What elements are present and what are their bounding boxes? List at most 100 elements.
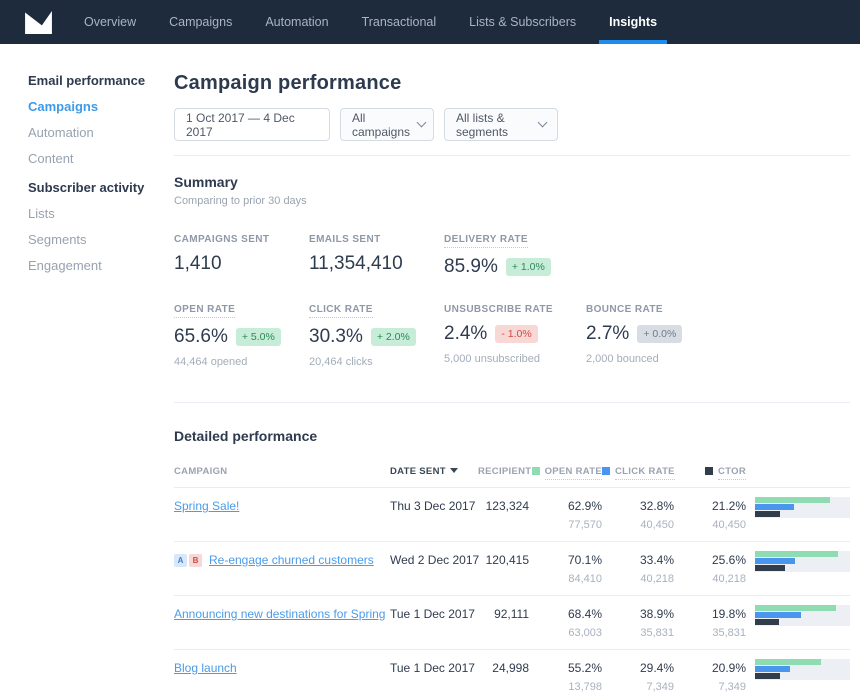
column-header-ctor[interactable]: CTOR <box>674 466 746 477</box>
opens-count: 77,570 <box>529 519 602 531</box>
nav-item-insights[interactable]: Insights <box>599 0 667 44</box>
delta-badge: + 5.0% <box>236 328 281 346</box>
clicks-count: 40,218 <box>602 573 674 585</box>
nav-item-overview[interactable]: Overview <box>74 0 146 44</box>
delta-badge: + 2.0% <box>371 328 416 346</box>
metric-detail: 2,000 bounced <box>586 353 850 365</box>
filter-bar: 1 Oct 2017 — 4 Dec 2017 All campaigns Al… <box>174 108 850 141</box>
ctor-cell: 19.8% <box>674 605 746 621</box>
ctor-count: 35,831 <box>674 627 746 639</box>
metric-detail: 5,000 unsubscribed <box>444 353 586 365</box>
click-rate-cell: 32.8% <box>602 497 674 513</box>
open-rate-cell: 62.9% <box>529 497 602 513</box>
sidebar-item-engagement[interactable]: Engagement <box>28 258 174 284</box>
click-rate-cell: 38.9% <box>602 605 674 621</box>
open-rate-cell: 68.4% <box>529 605 602 621</box>
delta-badge: + 0.0% <box>637 325 682 343</box>
open-rate-bar <box>755 605 836 611</box>
nav-item-lists-subscribers[interactable]: Lists & Subscribers <box>459 0 586 44</box>
delta-badge: + 1.0% <box>506 258 551 276</box>
summary-subheading: Comparing to prior 30 days <box>174 195 850 207</box>
click-rate-bar <box>755 666 790 672</box>
recipients-cell: 120,415 <box>478 551 529 567</box>
open-rate-cell: 55.2% <box>529 659 602 675</box>
summary-metrics-row-2: OPEN RATE 65.6% + 5.0% 44,464 opened CLI… <box>174 304 850 368</box>
date-sent-cell: Tue 1 Dec 2017 <box>390 605 478 621</box>
click-rate-bar <box>755 558 795 564</box>
open-rate-legend-swatch <box>532 467 540 475</box>
metric-label[interactable]: CLICK RATE <box>309 304 373 318</box>
column-header-campaign: CAMPAIGN <box>174 466 390 477</box>
date-sent-cell: Tue 1 Dec 2017 <box>390 659 478 675</box>
metric-label: UNSUBSCRIBE RATE <box>444 304 553 315</box>
date-range-picker[interactable]: 1 Oct 2017 — 4 Dec 2017 <box>174 108 330 141</box>
recipients-cell: 24,998 <box>478 659 529 675</box>
open-rate-bar <box>755 497 830 503</box>
sidebar-item-content[interactable]: Content <box>28 151 174 177</box>
summary-metrics-row-1: CAMPAIGNS SENT 1,410 EMAILS SENT 11,354,… <box>174 234 850 278</box>
row-mini-bar-chart <box>755 659 850 680</box>
detailed-performance-heading: Detailed performance <box>174 428 850 444</box>
nav-item-transactional[interactable]: Transactional <box>352 0 447 44</box>
campaign-filter-value: All campaigns <box>352 111 410 139</box>
metric-click-rate: CLICK RATE 30.3% + 2.0% 20,464 clicks <box>309 304 444 368</box>
ctor-cell: 20.9% <box>674 659 746 675</box>
metric-detail: 44,464 opened <box>174 356 309 368</box>
metric-label[interactable]: OPEN RATE <box>174 304 235 318</box>
sidebar: Email performance Campaigns Automation C… <box>0 44 174 698</box>
summary-heading: Summary <box>174 174 850 190</box>
date-range-value: 1 Oct 2017 — 4 Dec 2017 <box>186 111 318 139</box>
sidebar-item-automation[interactable]: Automation <box>28 125 174 151</box>
column-header-click-rate[interactable]: CLICK RATE <box>602 466 674 477</box>
campaign-link[interactable]: Announcing new destinations for Spring <box>174 607 385 621</box>
campaign-link[interactable]: Blog launch <box>174 661 237 675</box>
opens-count: 63,003 <box>529 627 602 639</box>
campaign-filter-dropdown[interactable]: All campaigns <box>340 108 434 141</box>
column-header-date-sent[interactable]: DATE SENT <box>390 466 478 477</box>
list-filter-dropdown[interactable]: All lists & segments <box>444 108 558 141</box>
metric-label: CAMPAIGNS SENT <box>174 234 269 245</box>
sidebar-item-segments[interactable]: Segments <box>28 232 174 258</box>
sidebar-item-lists[interactable]: Lists <box>28 206 174 232</box>
opens-count: 84,410 <box>529 573 602 585</box>
open-rate-cell: 70.1% <box>529 551 602 567</box>
divider <box>174 155 850 156</box>
delta-badge: - 1.0% <box>495 325 537 343</box>
column-header-open-rate[interactable]: OPEN RATE <box>529 466 602 477</box>
metric-value: 11,354,410 <box>309 253 403 275</box>
recipients-cell: 123,324 <box>478 497 529 513</box>
date-sent-cell: Wed 2 Dec 2017 <box>390 551 478 567</box>
recipients-cell: 92,111 <box>478 605 529 621</box>
sidebar-item-campaigns[interactable]: Campaigns <box>28 99 174 125</box>
clicks-count: 40,450 <box>602 519 674 531</box>
row-mini-bar-chart <box>755 497 850 518</box>
sidebar-heading-subscriber-activity: Subscriber activity <box>28 180 174 206</box>
campaign-link[interactable]: Re-engage churned customers <box>209 553 374 567</box>
campaign-link[interactable]: Spring Sale! <box>174 499 239 513</box>
metric-label[interactable]: DELIVERY RATE <box>444 234 528 248</box>
metric-value: 30.3% <box>309 326 363 348</box>
open-rate-bar <box>755 551 838 557</box>
ctor-bar <box>755 511 780 517</box>
metric-value: 65.6% <box>174 326 228 348</box>
clicks-count: 35,831 <box>602 627 674 639</box>
nav-item-automation[interactable]: Automation <box>255 0 338 44</box>
ctor-count: 7,349 <box>674 681 746 693</box>
ctor-bar <box>755 673 780 679</box>
campaign-monitor-logo-icon[interactable] <box>25 11 52 34</box>
table-row: Blog launch Tue 1 Dec 2017 24,998 55.2% 1… <box>174 650 850 698</box>
click-rate-cell: 29.4% <box>602 659 674 675</box>
metric-detail: 20,464 clicks <box>309 356 444 368</box>
click-rate-cell: 33.4% <box>602 551 674 567</box>
divider <box>174 402 850 403</box>
metric-label: BOUNCE RATE <box>586 304 663 315</box>
list-filter-value: All lists & segments <box>456 111 531 139</box>
top-navigation: Overview Campaigns Automation Transactio… <box>0 0 860 44</box>
ctor-count: 40,218 <box>674 573 746 585</box>
nav-item-campaigns[interactable]: Campaigns <box>159 0 242 44</box>
opens-count: 13,798 <box>529 681 602 693</box>
table-row: Announcing new destinations for Spring T… <box>174 596 850 650</box>
chevron-down-icon <box>417 118 427 128</box>
click-rate-bar <box>755 504 794 510</box>
metric-value: 2.7% <box>586 323 629 345</box>
